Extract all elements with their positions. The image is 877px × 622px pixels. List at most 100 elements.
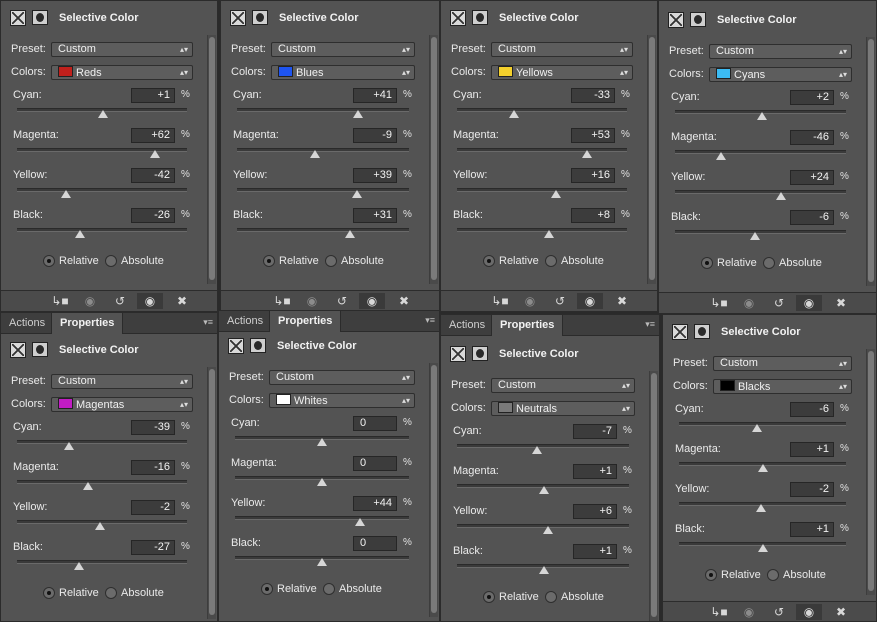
- black-value-input[interactable]: +8: [571, 208, 615, 223]
- yellow-slider-track[interactable]: [679, 502, 846, 512]
- scrollbar-thumb[interactable]: [431, 365, 437, 613]
- panel-scrollbar[interactable]: [429, 35, 438, 284]
- yellow-value-input[interactable]: +16: [571, 168, 615, 183]
- black-slider-track[interactable]: [675, 230, 846, 240]
- yellow-slider-track[interactable]: [235, 516, 409, 526]
- preset-dropdown[interactable]: Custom ▴▾: [491, 42, 633, 57]
- magenta-value-input[interactable]: -16: [131, 460, 175, 475]
- tab-properties[interactable]: Properties: [269, 311, 342, 332]
- black-slider-thumb[interactable]: [538, 566, 549, 574]
- relative-radio[interactable]: [705, 569, 717, 581]
- cyan-value-input[interactable]: -39: [131, 420, 175, 435]
- reset-icon[interactable]: ↺: [770, 604, 788, 620]
- black-slider-thumb[interactable]: [344, 230, 355, 238]
- reset-icon[interactable]: ↺: [770, 295, 788, 311]
- black-slider-track[interactable]: [457, 564, 629, 574]
- colors-dropdown[interactable]: Yellows ▴▾: [491, 65, 633, 80]
- trash-icon[interactable]: ✖: [395, 293, 413, 309]
- selective-color-icon[interactable]: [672, 324, 688, 340]
- yellow-slider-track[interactable]: [675, 190, 846, 200]
- yellow-value-input[interactable]: +39: [353, 168, 397, 183]
- selective-color-icon[interactable]: [10, 342, 26, 358]
- magenta-slider-thumb[interactable]: [716, 152, 727, 160]
- colors-dropdown[interactable]: Blues ▴▾: [271, 65, 415, 80]
- selective-color-icon[interactable]: [450, 10, 466, 26]
- relative-radio[interactable]: [43, 255, 55, 267]
- colors-dropdown[interactable]: Magentas ▴▾: [51, 397, 193, 412]
- preset-dropdown[interactable]: Custom ▴▾: [269, 370, 415, 385]
- mask-icon[interactable]: [690, 12, 706, 27]
- scrollbar-thumb[interactable]: [651, 373, 657, 617]
- absolute-radio[interactable]: [325, 255, 337, 267]
- relative-radio[interactable]: [483, 591, 495, 603]
- view-previous-icon[interactable]: ◉: [81, 293, 99, 309]
- tab-properties[interactable]: Properties: [491, 315, 564, 336]
- preset-dropdown[interactable]: Custom ▴▾: [271, 42, 415, 57]
- cyan-value-input[interactable]: -33: [571, 88, 615, 103]
- cyan-slider-thumb[interactable]: [317, 438, 327, 446]
- black-slider-track[interactable]: [237, 228, 409, 238]
- panel-scrollbar[interactable]: [866, 37, 875, 286]
- view-previous-icon[interactable]: ◉: [740, 295, 758, 311]
- tab-properties[interactable]: Properties: [51, 313, 124, 334]
- magenta-slider-track[interactable]: [17, 480, 187, 490]
- yellow-slider-thumb[interactable]: [95, 522, 106, 530]
- colors-dropdown[interactable]: Blacks ▴▾: [713, 379, 852, 394]
- magenta-value-input[interactable]: 0: [353, 456, 397, 471]
- selective-color-icon[interactable]: [10, 10, 26, 26]
- yellow-slider-thumb[interactable]: [755, 504, 766, 512]
- cyan-slider-track[interactable]: [679, 422, 846, 432]
- relative-radio[interactable]: [263, 255, 275, 267]
- black-value-input[interactable]: 0: [353, 536, 397, 551]
- panel-scrollbar[interactable]: [649, 371, 658, 621]
- magenta-slider-thumb[interactable]: [310, 150, 321, 158]
- relative-radio[interactable]: [43, 587, 55, 599]
- magenta-value-input[interactable]: +62: [131, 128, 175, 143]
- magenta-slider-thumb[interactable]: [758, 464, 769, 472]
- preset-dropdown[interactable]: Custom ▴▾: [709, 44, 852, 59]
- yellow-slider-track[interactable]: [237, 188, 409, 198]
- cyan-slider-track[interactable]: [17, 440, 187, 450]
- magenta-slider-track[interactable]: [675, 150, 846, 160]
- scrollbar-thumb[interactable]: [209, 37, 215, 280]
- panel-scrollbar[interactable]: [866, 349, 875, 595]
- absolute-radio[interactable]: [763, 257, 775, 269]
- yellow-slider-track[interactable]: [17, 188, 187, 198]
- black-slider-thumb[interactable]: [317, 558, 327, 566]
- black-slider-track[interactable]: [679, 542, 846, 552]
- yellow-value-input[interactable]: +24: [790, 170, 834, 185]
- cyan-slider-track[interactable]: [457, 444, 629, 454]
- eye-icon[interactable]: ◉: [137, 293, 163, 309]
- absolute-radio[interactable]: [767, 569, 779, 581]
- panel-menu-icon[interactable]: ▾≡: [199, 316, 213, 328]
- black-slider-track[interactable]: [17, 228, 187, 238]
- mask-icon[interactable]: [472, 346, 488, 361]
- yellow-slider-thumb[interactable]: [776, 192, 787, 200]
- black-slider-track[interactable]: [17, 560, 187, 570]
- trash-icon[interactable]: ✖: [832, 295, 850, 311]
- trash-icon[interactable]: ✖: [832, 604, 850, 620]
- magenta-slider-thumb[interactable]: [582, 150, 593, 158]
- view-previous-icon[interactable]: ◉: [740, 604, 758, 620]
- black-value-input[interactable]: -6: [790, 210, 834, 225]
- yellow-slider-thumb[interactable]: [355, 518, 366, 526]
- preset-dropdown[interactable]: Custom ▴▾: [51, 42, 193, 57]
- black-slider-track[interactable]: [235, 556, 409, 566]
- eye-icon[interactable]: ◉: [359, 293, 385, 309]
- panel-menu-icon[interactable]: ▾≡: [421, 314, 435, 326]
- magenta-slider-thumb[interactable]: [149, 150, 160, 158]
- clip-to-layer-icon[interactable]: ↳■: [710, 604, 728, 620]
- black-value-input[interactable]: -26: [131, 208, 175, 223]
- black-slider-thumb[interactable]: [543, 230, 554, 238]
- cyan-slider-track[interactable]: [675, 110, 846, 120]
- black-value-input[interactable]: -27: [131, 540, 175, 555]
- yellow-value-input[interactable]: -42: [131, 168, 175, 183]
- cyan-value-input[interactable]: 0: [353, 416, 397, 431]
- cyan-slider-thumb[interactable]: [757, 112, 768, 120]
- clip-to-layer-icon[interactable]: ↳■: [51, 293, 69, 309]
- relative-radio[interactable]: [261, 583, 273, 595]
- selective-color-icon[interactable]: [228, 338, 244, 354]
- scrollbar-thumb[interactable]: [431, 37, 437, 280]
- tab-actions[interactable]: Actions: [441, 315, 493, 335]
- tab-actions[interactable]: Actions: [219, 311, 271, 331]
